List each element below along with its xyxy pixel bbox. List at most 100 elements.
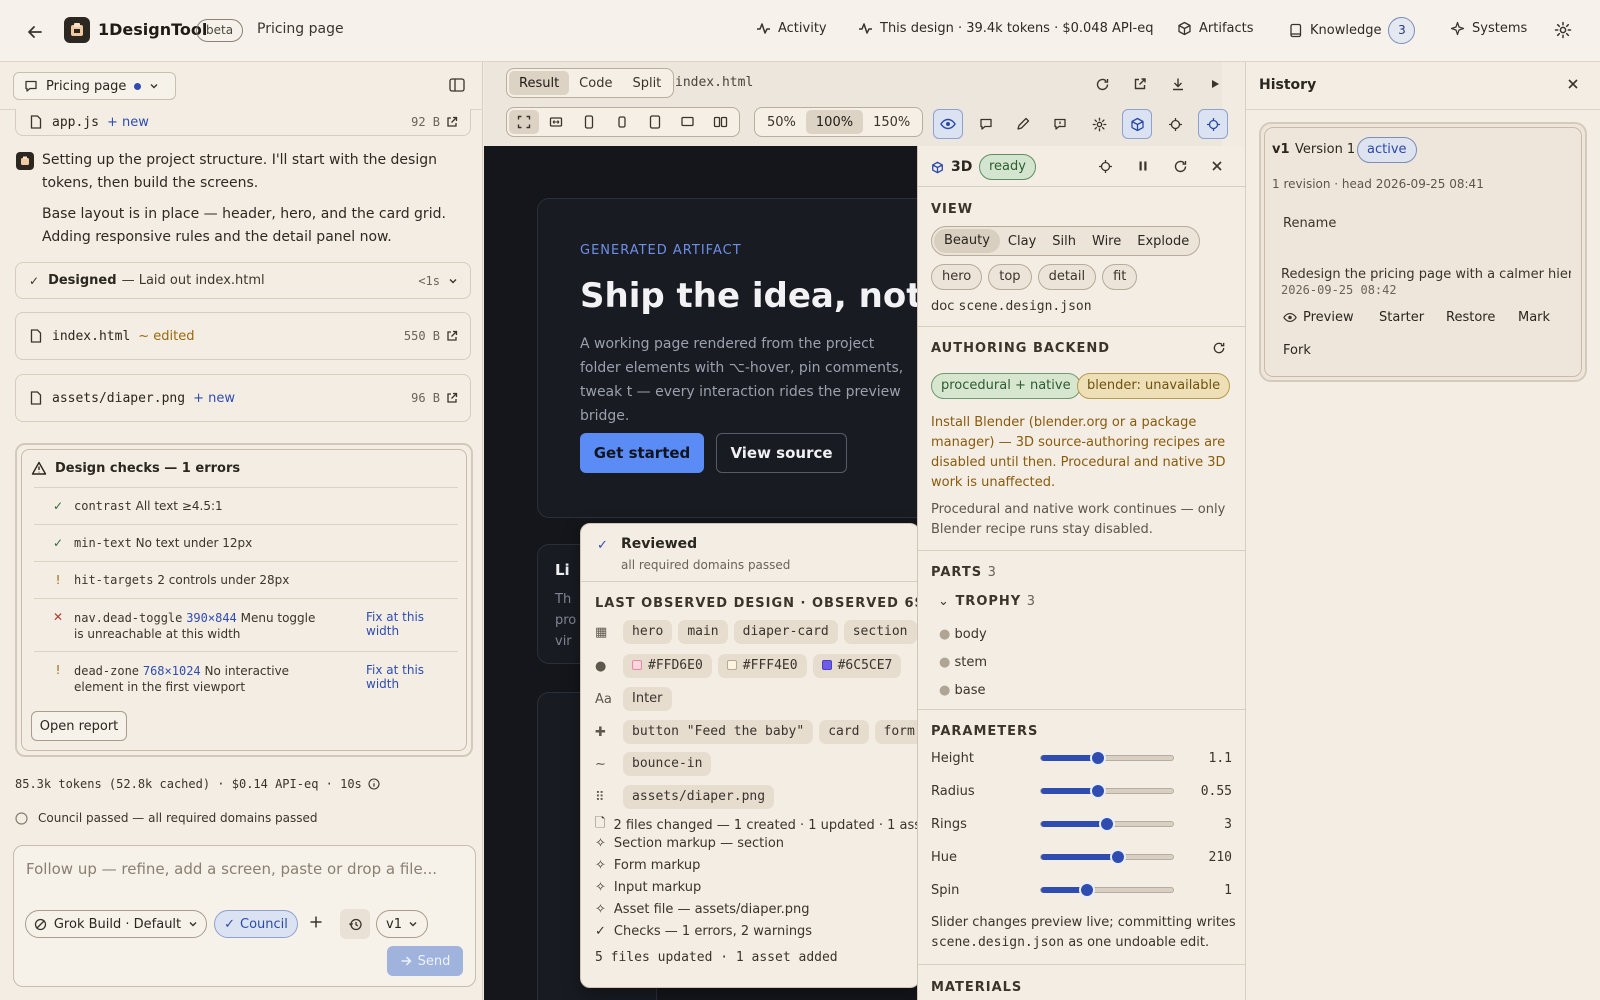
asset-chip[interactable]: assets/diaper.png bbox=[623, 785, 775, 809]
pause-icon[interactable] bbox=[1137, 160, 1149, 172]
plus-icon[interactable] bbox=[309, 915, 323, 929]
check-pass-icon: ✓ bbox=[52, 499, 64, 513]
open-external-icon[interactable] bbox=[446, 392, 458, 404]
back-arrow-icon[interactable] bbox=[22, 19, 48, 45]
zoom-100[interactable]: 100% bbox=[805, 110, 864, 134]
fit-screen-icon[interactable] bbox=[509, 110, 539, 134]
open-external-icon[interactable] bbox=[446, 116, 458, 128]
view-mode-clay[interactable]: Clay bbox=[1000, 234, 1044, 249]
designed-step[interactable]: ✓ Designed — Laid out index.html <1s bbox=[15, 262, 471, 299]
get-started-button[interactable]: Get started bbox=[580, 433, 704, 473]
camera-detail[interactable]: detail bbox=[1037, 264, 1097, 290]
hue-slider[interactable] bbox=[1040, 849, 1174, 865]
parts-group[interactable]: ⌄ TROPHY 3 bbox=[938, 594, 1036, 609]
refresh-icon[interactable] bbox=[1212, 341, 1226, 355]
section-chip[interactable]: main bbox=[678, 620, 728, 644]
color-chip[interactable]: #FFF4E0 bbox=[717, 654, 807, 678]
council-toggle[interactable]: ✓ Council bbox=[214, 910, 298, 938]
tablet-icon[interactable] bbox=[638, 110, 671, 134]
systems-button[interactable]: Systems bbox=[1450, 21, 1527, 36]
composer-input[interactable]: Follow up — refine, add a screen, paste … bbox=[26, 860, 437, 878]
section-chip[interactable]: diaper-card bbox=[733, 620, 838, 644]
design-usage-button[interactable]: This design · 39.4k tokens · $0.048 API-… bbox=[858, 21, 1153, 36]
fit-width-icon[interactable] bbox=[539, 110, 572, 134]
part-item[interactable]: ● stem bbox=[939, 649, 987, 677]
split-view-icon[interactable] bbox=[704, 110, 737, 134]
phone-icon[interactable] bbox=[572, 110, 605, 134]
activity-button[interactable]: Activity bbox=[756, 21, 827, 36]
view-mode-wire[interactable]: Wire bbox=[1084, 234, 1129, 249]
tab-code[interactable]: Code bbox=[569, 71, 622, 95]
tab-split[interactable]: Split bbox=[622, 71, 671, 95]
sidebar-toggle-icon[interactable] bbox=[449, 78, 465, 92]
model-selector[interactable]: Grok Build · Default bbox=[25, 910, 207, 938]
laptop-icon[interactable] bbox=[671, 110, 704, 134]
file-card-index-html[interactable]: index.html ~ edited 550 B bbox=[15, 312, 471, 360]
preview-eye-icon[interactable] bbox=[933, 109, 963, 139]
component-chip[interactable]: form bbox=[874, 720, 919, 744]
fork-button[interactable]: Fork bbox=[1283, 343, 1311, 358]
artifacts-button[interactable]: Artifacts bbox=[1177, 21, 1254, 36]
crosshair-icon[interactable] bbox=[1098, 159, 1113, 174]
mark-button[interactable]: Mark bbox=[1518, 310, 1550, 325]
open-report-button[interactable]: Open report bbox=[31, 711, 127, 741]
history-clock-icon[interactable] bbox=[340, 909, 370, 939]
camera-fit[interactable]: fit bbox=[1102, 264, 1138, 290]
settings-gear-icon[interactable] bbox=[1554, 21, 1572, 39]
crosshair-icon[interactable] bbox=[1160, 109, 1190, 139]
height-slider[interactable] bbox=[1040, 750, 1174, 766]
version-selector[interactable]: v1 bbox=[376, 910, 428, 938]
motion-chip[interactable]: bounce-in bbox=[623, 752, 712, 776]
cube-3d-icon[interactable] bbox=[1122, 109, 1152, 139]
color-chip[interactable]: #6C5CE7 bbox=[812, 654, 902, 678]
starter-button[interactable]: Starter bbox=[1379, 310, 1424, 325]
close-icon[interactable] bbox=[1567, 78, 1579, 90]
open-external-icon[interactable] bbox=[1125, 69, 1155, 99]
page-name[interactable]: Pricing page bbox=[257, 21, 344, 37]
font-chip[interactable]: Inter bbox=[623, 687, 672, 711]
annotate-icon[interactable] bbox=[1045, 109, 1075, 139]
zoom-50[interactable]: 50% bbox=[757, 110, 806, 134]
spin-slider[interactable] bbox=[1040, 882, 1174, 898]
rings-slider[interactable] bbox=[1040, 816, 1174, 832]
reload-icon[interactable] bbox=[1087, 69, 1117, 99]
play-icon[interactable] bbox=[1200, 69, 1230, 99]
fix-at-width-link[interactable]: Fix at this width bbox=[366, 663, 458, 691]
tab-result[interactable]: Result bbox=[509, 71, 570, 95]
pencil-icon[interactable] bbox=[1008, 109, 1038, 139]
gear-icon[interactable] bbox=[1084, 109, 1114, 139]
download-icon[interactable] bbox=[1163, 69, 1193, 99]
camera-top[interactable]: top bbox=[988, 264, 1032, 290]
reset-icon[interactable] bbox=[1173, 159, 1188, 174]
phone-small-icon[interactable] bbox=[605, 110, 638, 134]
part-item[interactable]: ● base bbox=[939, 677, 987, 705]
open-external-icon[interactable] bbox=[446, 330, 458, 342]
view-mode-silh[interactable]: Silh bbox=[1044, 234, 1084, 249]
send-button[interactable]: Send bbox=[387, 946, 463, 976]
preview-revision-button[interactable]: Preview bbox=[1283, 310, 1354, 325]
close-icon[interactable] bbox=[1211, 160, 1223, 172]
color-chip[interactable]: #FFD6E0 bbox=[623, 654, 712, 678]
fix-at-width-link[interactable]: Fix at this width bbox=[366, 610, 458, 638]
section-chip[interactable]: section bbox=[843, 620, 917, 644]
info-icon[interactable] bbox=[368, 778, 380, 790]
component-chip[interactable]: card bbox=[819, 720, 869, 744]
knowledge-button[interactable]: Knowledge 3 bbox=[1288, 17, 1416, 44]
view-mode-explode[interactable]: Explode bbox=[1129, 234, 1197, 249]
file-card-app-js[interactable]: app.js + new 92 B bbox=[15, 109, 471, 136]
view-source-button[interactable]: View source bbox=[716, 433, 847, 473]
zoom-150[interactable]: 150% bbox=[863, 110, 920, 134]
radius-slider[interactable] bbox=[1040, 783, 1174, 799]
component-chip[interactable]: button "Feed the baby" bbox=[623, 720, 814, 744]
file-card-diaper-png[interactable]: assets/diaper.png + new 96 B bbox=[15, 374, 471, 422]
restore-button[interactable]: Restore bbox=[1446, 310, 1495, 325]
check-row-min-text: ✓ min-text No text under 12px bbox=[34, 524, 458, 561]
target-icon[interactable] bbox=[1198, 109, 1228, 139]
camera-hero[interactable]: hero bbox=[931, 264, 983, 290]
part-item[interactable]: ● body bbox=[939, 621, 987, 649]
rename-button[interactable]: Rename bbox=[1283, 216, 1336, 231]
view-mode-beauty[interactable]: Beauty bbox=[934, 229, 1000, 253]
page-selector[interactable]: Pricing page bbox=[13, 72, 176, 100]
comment-icon[interactable] bbox=[971, 109, 1001, 139]
section-chip[interactable]: hero bbox=[623, 620, 673, 644]
